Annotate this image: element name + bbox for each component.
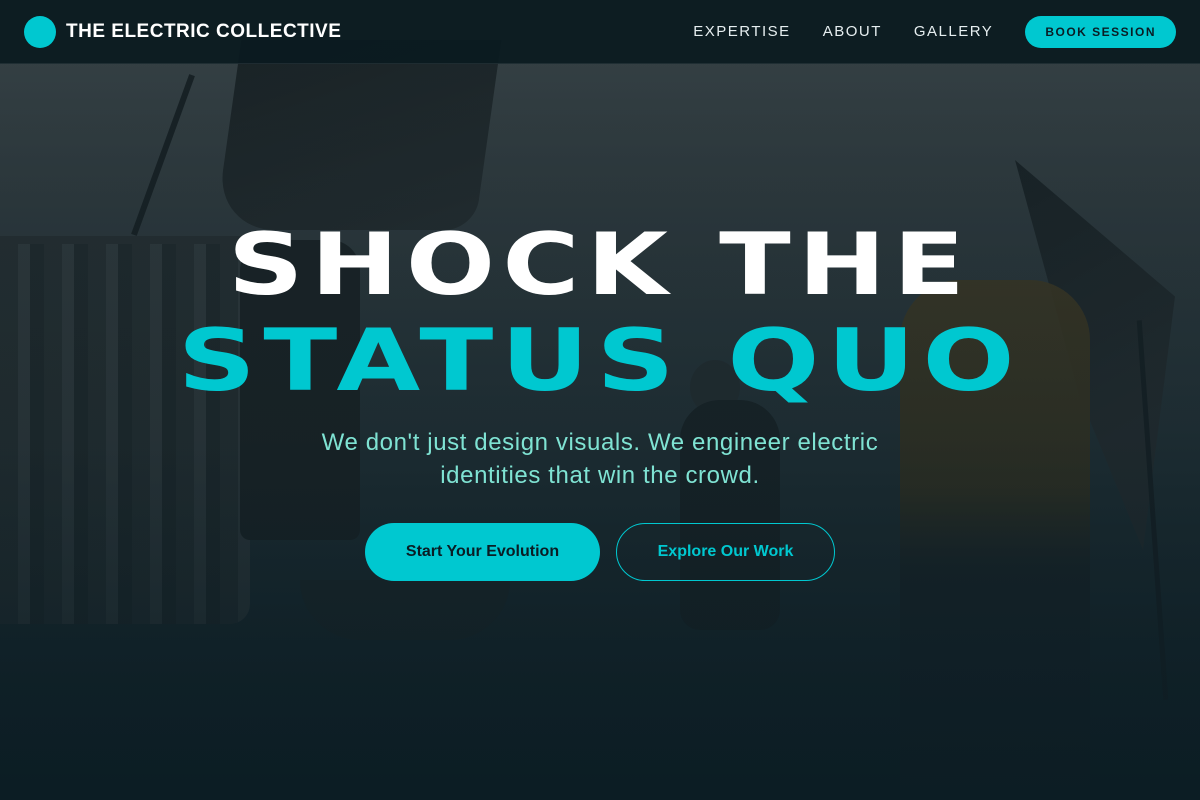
headline-line-1: SHOCK THE <box>227 215 973 315</box>
nav-link-about[interactable]: ABOUT <box>823 23 882 40</box>
book-session-button[interactable]: BOOK SESSION <box>1025 15 1176 48</box>
hero-subtitle: We don't just design visuals. We enginee… <box>321 429 879 489</box>
nav-link-expertise[interactable]: EXPERTISE <box>693 23 790 40</box>
top-navigation: THE ELECTRIC COLLECTIVE EXPERTISE ABOUT … <box>0 0 1200 64</box>
brand[interactable]: THE ELECTRIC COLLECTIVE <box>24 15 342 48</box>
circle-logo-icon <box>24 15 56 48</box>
nav-links: EXPERTISE ABOUT GALLERY BOOK SESSION <box>693 15 1176 48</box>
explore-work-button[interactable]: Explore Our Work <box>616 523 835 581</box>
nav-link-gallery[interactable]: GALLERY <box>914 23 993 40</box>
headline-line-2: STATUS QUO <box>177 311 1023 411</box>
start-evolution-button[interactable]: Start Your Evolution <box>365 523 600 581</box>
brand-name: THE ELECTRIC COLLECTIVE <box>66 20 342 42</box>
